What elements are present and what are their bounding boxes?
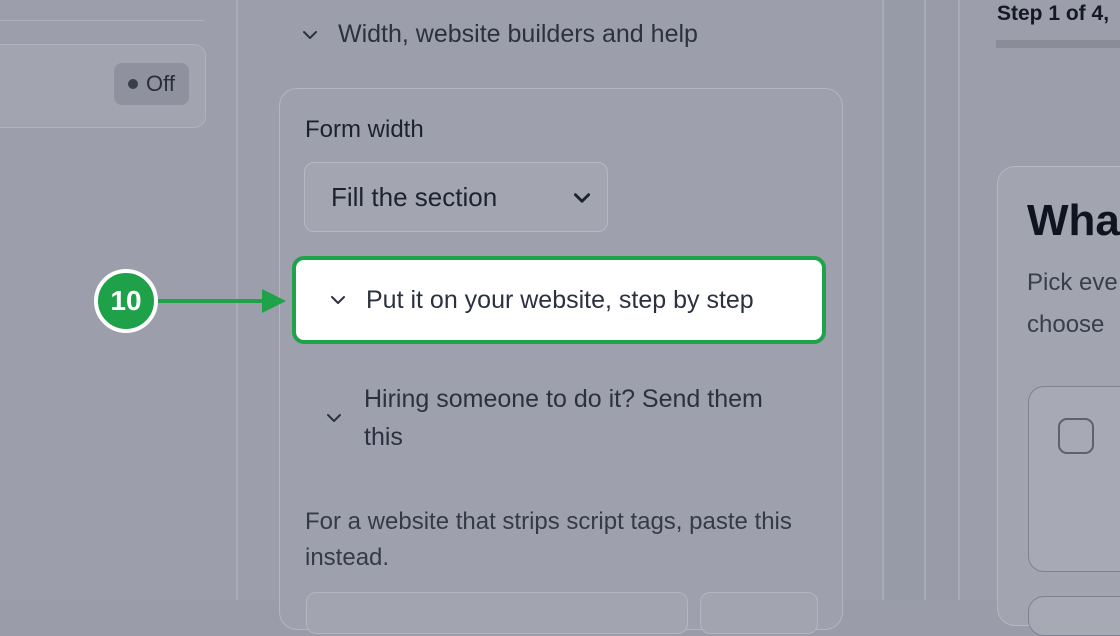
form-width-label: Form width [305, 116, 424, 143]
chevron-down-icon [328, 290, 348, 310]
arrow-right-icon [158, 289, 286, 313]
option-tile[interactable] [1028, 596, 1120, 636]
form-width-select-value: Fill the section [331, 181, 498, 212]
section-toggle-width-builders-help[interactable]: Width, website builders and help [300, 20, 698, 49]
option-tile[interactable] [1028, 386, 1120, 572]
status-toggle-label: Off [146, 71, 175, 96]
chevron-down-icon [324, 408, 344, 428]
status-toggle-off[interactable]: Off [114, 63, 189, 105]
hiring-label: Hiring someone to do it? Send them this [364, 385, 763, 451]
dot-icon [128, 79, 139, 89]
copy-button[interactable] [700, 592, 818, 634]
strip-tags-note: For a website that strips script tags, p… [305, 508, 792, 571]
hiring-toggle[interactable]: Hiring someone to do it? Send them this [324, 380, 804, 456]
form-width-select[interactable]: Fill the section [304, 162, 608, 232]
status-card: Off [0, 44, 206, 128]
preview-subtitle: Pick eve choose [1027, 262, 1118, 346]
spacer [926, 0, 958, 600]
put-on-website-toggle[interactable]: Put it on your website, step by step [292, 256, 826, 344]
progress-bar [996, 40, 1120, 48]
step-badge-number: 10 [110, 285, 142, 316]
preview-title: Wha [1027, 196, 1120, 245]
step-badge: 10 [94, 269, 158, 333]
preview-subtitle-line: choose [1027, 311, 1105, 338]
chevron-down-icon [571, 187, 591, 207]
embed-code-field[interactable] [306, 592, 688, 634]
spacer [884, 0, 924, 600]
preview-subtitle-line: Pick eve [1027, 269, 1118, 296]
chevron-down-icon [300, 25, 320, 45]
section-title: Width, website builders and help [338, 20, 698, 48]
put-on-website-label: Put it on your website, step by step [366, 285, 754, 314]
step-indicator: Step 1 of 4, [997, 2, 1110, 25]
divider [0, 20, 204, 21]
option-checkbox[interactable] [1058, 418, 1094, 454]
